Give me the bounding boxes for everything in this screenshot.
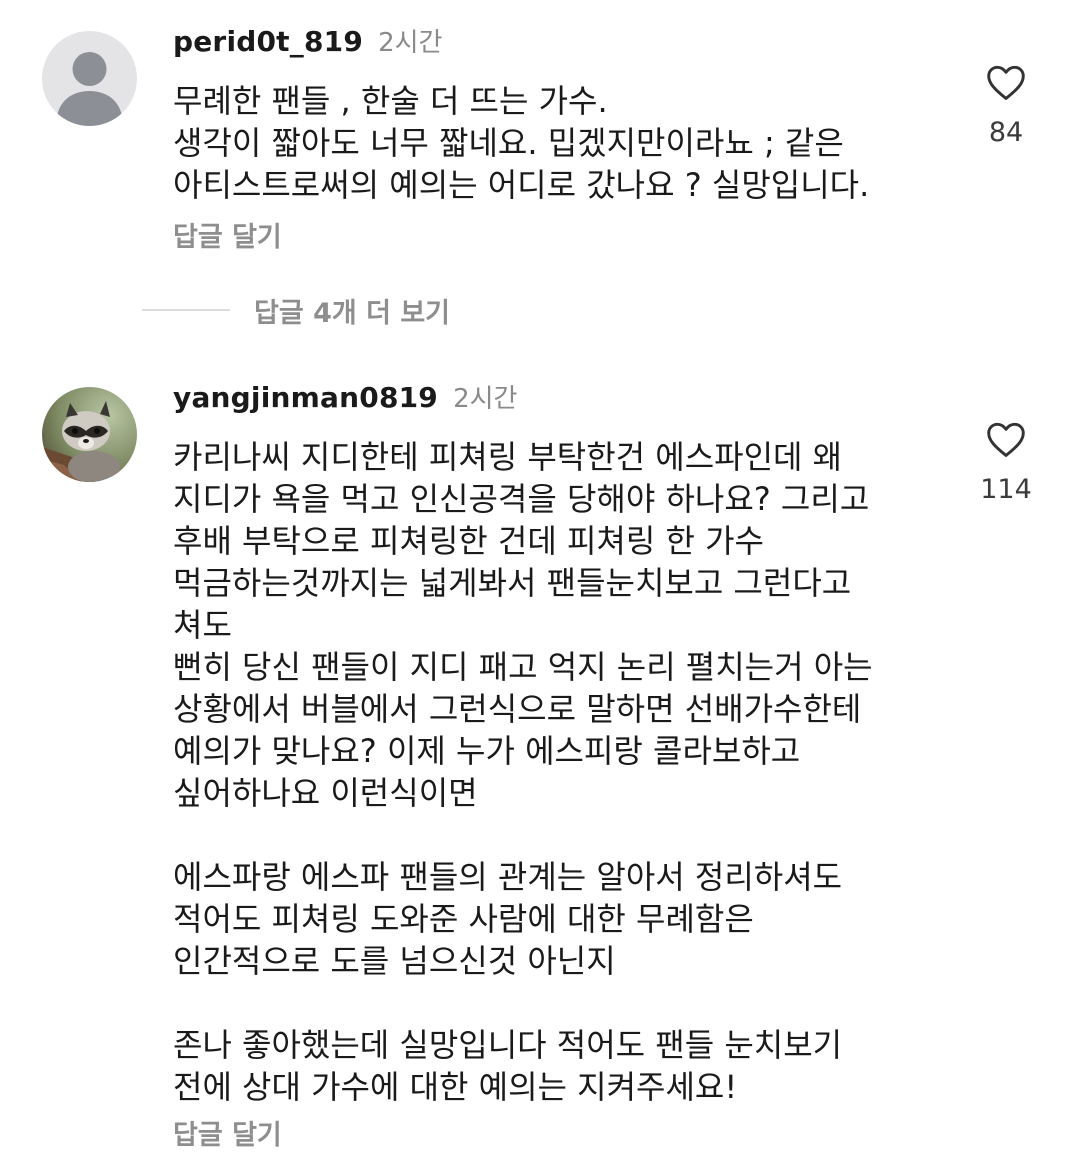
comment-meta: yangjinman0819 2시간 [173, 378, 517, 418]
timestamp: 2시간 [378, 28, 443, 58]
comment-1: perid0t_819 2시간 무례한 팬들 , 한술 더 뜨는 가수. 생각이… [0, 0, 1080, 280]
replies-divider [142, 309, 230, 311]
raccoon-avatar-icon [42, 387, 137, 482]
view-more-replies-button[interactable]: 답글 4개 더 보기 [142, 290, 450, 330]
comment-2: yangjinman0819 2시간 카리나씨 지디한테 피쳐링 부탁한건 에스… [0, 370, 1080, 1151]
timestamp: 2시간 [453, 384, 518, 414]
heart-icon[interactable] [985, 63, 1027, 101]
username[interactable]: yangjinman0819 [173, 381, 438, 414]
comment-text: 카리나씨 지디한테 피쳐링 부탁한건 에스파인데 왜 지디가 욕을 먹고 인신공… [173, 438, 873, 1106]
username[interactable]: perid0t_819 [173, 25, 363, 58]
view-more-replies-label: 답글 4개 더 보기 [254, 297, 451, 329]
default-person-avatar-icon [42, 31, 137, 126]
reply-button[interactable]: 답글 달기 [173, 1116, 282, 1156]
like-count: 84 [988, 117, 1024, 148]
avatar[interactable] [42, 387, 137, 482]
like-column: 114 [960, 420, 1052, 508]
reply-button[interactable]: 답글 달기 [173, 218, 282, 258]
like-count: 114 [980, 474, 1032, 505]
like-column: 84 [960, 63, 1052, 151]
comment-text: 무례한 팬들 , 한술 더 뜨는 가수. 생각이 짧아도 너무 짧네요. 밉겠지… [173, 82, 870, 204]
comment-meta: perid0t_819 2시간 [173, 22, 442, 62]
heart-icon[interactable] [985, 420, 1027, 458]
avatar[interactable] [42, 31, 137, 126]
